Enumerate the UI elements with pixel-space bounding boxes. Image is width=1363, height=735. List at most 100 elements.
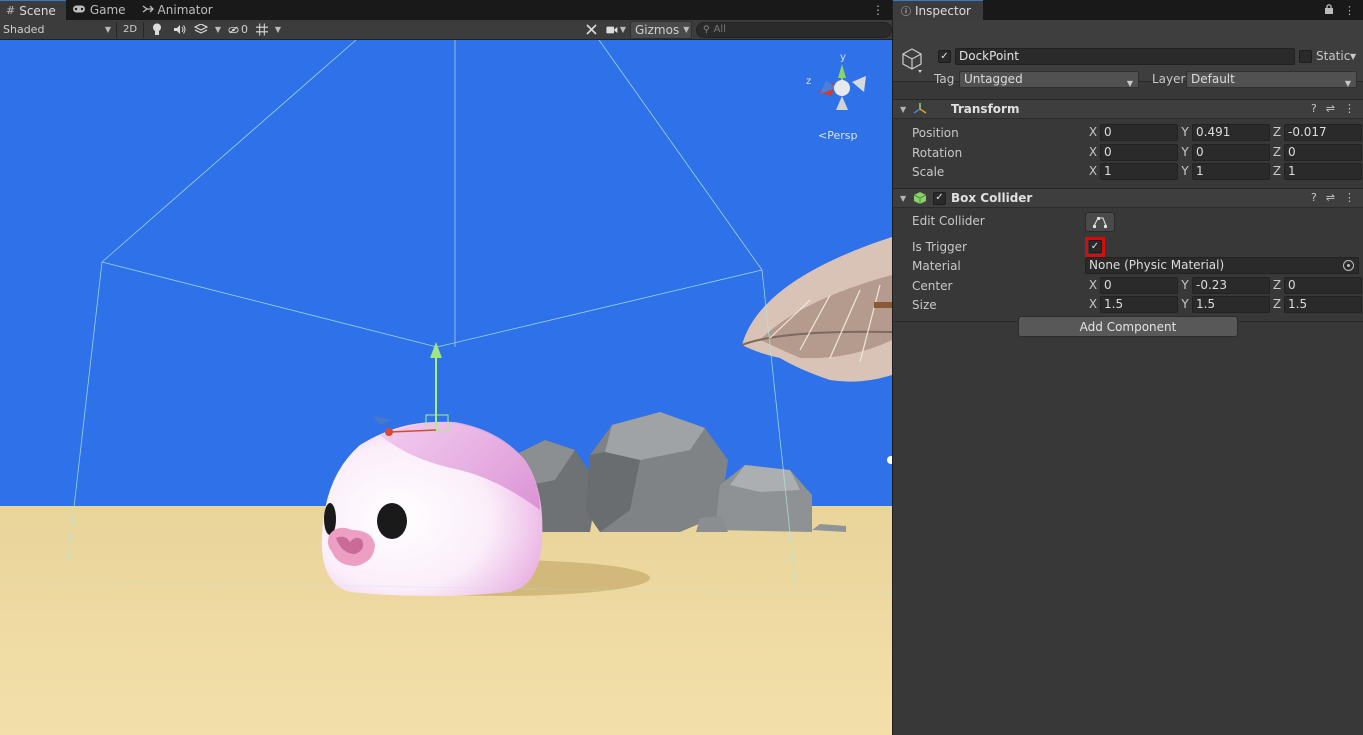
box-collider-header[interactable]: ▼ ✓ Box Collider ? ⇌ ⋮ <box>893 187 1363 208</box>
foldout-arrow-icon[interactable]: ▼ <box>900 194 906 203</box>
center-z-field[interactable]: 0 <box>1284 276 1362 294</box>
gizmos-dropdown[interactable]: Gizmos ▼ <box>630 20 692 39</box>
rotation-row: Rotation X 0 Y 0 Z 0 <box>893 143 1363 163</box>
gameobject-cube-icon[interactable] <box>901 48 925 77</box>
size-z-field[interactable]: 1.5 <box>1284 296 1362 313</box>
lightbulb-icon <box>153 23 161 35</box>
info-icon: ⓘ <box>901 7 911 18</box>
size-y-field[interactable]: 1.5 <box>1192 296 1270 313</box>
effects-toggle-button[interactable] <box>190 21 212 39</box>
toggle-2d-button[interactable]: 2D <box>119 21 141 39</box>
is-trigger-row: Is Trigger ✓ <box>893 236 1363 257</box>
axis-y-label: Y <box>1181 277 1189 292</box>
scale-z-field[interactable]: 1 <box>1284 163 1362 180</box>
axis-x-label: X <box>1088 297 1098 311</box>
help-icon[interactable]: ? <box>1311 102 1317 115</box>
kebab-menu-icon[interactable]: ⋮ <box>1344 102 1355 115</box>
add-component-button[interactable]: Add Component <box>1018 316 1238 337</box>
center-y-field[interactable]: -0.23 <box>1192 276 1270 294</box>
tab-scene[interactable]: # Scene <box>0 0 66 20</box>
chevron-down-icon: ▼ <box>1126 79 1133 88</box>
size-x-field[interactable]: 1.5 <box>1100 296 1178 313</box>
transform-header[interactable]: ▼ Transform ? ⇌ ⋮ <box>893 99 1363 119</box>
size-label: Size <box>912 298 937 312</box>
unity-editor: # Scene Game Animator ⋮ Shaded ▼ 2D ▼ 0 … <box>0 0 1363 735</box>
scene-toolbar: Shaded ▼ 2D ▼ 0 ▼ ▼ Gizmos ▼ ⚲ All <box>0 20 892 40</box>
rotation-y-field[interactable]: 0 <box>1192 143 1270 161</box>
tab-animator[interactable]: Animator <box>136 0 223 20</box>
transform-body: Position X 0 Y 0.491 Z -0.017 Rotation X… <box>893 119 1363 188</box>
center-x-field[interactable]: 0 <box>1100 276 1178 294</box>
scale-y-field[interactable]: 1 <box>1192 163 1270 180</box>
tab-game[interactable]: Game <box>66 0 136 20</box>
persp-arrow-icon: < <box>818 129 828 142</box>
position-z-field[interactable]: -0.017 <box>1284 124 1362 141</box>
kebab-menu-icon[interactable]: ⋮ <box>1344 4 1355 17</box>
gizmos-label: Gizmos <box>635 22 680 37</box>
axis-y-label: Y <box>1181 297 1189 311</box>
lock-icon[interactable] <box>1324 3 1334 18</box>
shading-mode-dropdown[interactable]: Shaded ▼ <box>0 21 114 39</box>
scene-search-input[interactable]: ⚲ All <box>696 21 892 38</box>
rotation-z-field[interactable]: 0 <box>1284 143 1362 161</box>
gameobject-active-checkbox[interactable]: ✓ <box>938 50 951 63</box>
gameobject-header: ✓ DockPoint Static ▼ Tag Untagged ▼ Laye… <box>893 20 1363 88</box>
gizmo-y-label: y <box>840 52 846 63</box>
animator-icon <box>142 4 154 17</box>
projection-toggle[interactable]: <Persp <box>818 129 857 142</box>
hidden-objects-toggle[interactable]: 0 <box>224 21 252 39</box>
is-trigger-label: Is Trigger <box>912 239 967 254</box>
box-collider-enabled-checkbox[interactable]: ✓ <box>933 191 946 205</box>
axis-z-label: Z <box>1272 144 1282 159</box>
scene-viewport[interactable]: y z <Persp <box>0 40 892 735</box>
grid-toggle-button[interactable] <box>252 21 272 39</box>
tools-button[interactable] <box>580 21 602 39</box>
audio-toggle-button[interactable] <box>168 21 190 39</box>
edit-bounds-icon <box>1093 216 1107 228</box>
gameobject-name-field[interactable]: DockPoint <box>955 48 1295 65</box>
grid-dropdown[interactable]: ▼ <box>272 21 284 39</box>
transform-icon <box>913 102 927 119</box>
axis-y-label: Y <box>1181 144 1189 159</box>
grid-icon: # <box>6 4 16 17</box>
edit-collider-button[interactable] <box>1085 211 1115 232</box>
rotation-label: Rotation <box>912 145 963 160</box>
scale-label: Scale <box>912 165 945 179</box>
layer-dropdown[interactable]: Default ▼ <box>1186 71 1357 88</box>
chevron-down-icon[interactable]: ▼ <box>1350 52 1356 61</box>
tab-inspector-label: Inspector <box>915 3 971 18</box>
presets-icon[interactable]: ⇌ <box>1326 191 1335 204</box>
position-x-field[interactable]: 0 <box>1100 124 1178 141</box>
box-collider-icon <box>913 191 927 208</box>
box-collider-title: Box Collider <box>951 190 1033 205</box>
tag-dropdown[interactable]: Untagged ▼ <box>959 71 1139 88</box>
position-row: Position X 0 Y 0.491 Z -0.017 <box>893 123 1363 143</box>
lighting-toggle-button[interactable] <box>146 21 168 39</box>
static-checkbox[interactable] <box>1299 50 1312 63</box>
projection-label: Persp <box>827 129 858 142</box>
help-icon[interactable]: ? <box>1311 191 1317 204</box>
tab-inspector[interactable]: ⓘ Inspector <box>893 0 983 20</box>
tag-label: Tag <box>934 72 955 86</box>
scale-x-field[interactable]: 1 <box>1100 163 1178 180</box>
foldout-arrow-icon[interactable]: ▼ <box>900 105 906 114</box>
scene-tabbar: # Scene Game Animator ⋮ <box>0 0 892 20</box>
presets-icon[interactable]: ⇌ <box>1326 102 1335 115</box>
layer-label: Layer <box>1152 72 1186 86</box>
rotation-x-field[interactable]: 0 <box>1100 143 1178 161</box>
kebab-menu-icon[interactable]: ⋮ <box>1344 191 1355 204</box>
kebab-menu-icon[interactable]: ⋮ <box>864 0 892 20</box>
effects-dropdown[interactable]: ▼ <box>212 21 224 39</box>
scene-panel: # Scene Game Animator ⋮ Shaded ▼ 2D ▼ 0 … <box>0 0 892 735</box>
center-label: Center <box>912 278 953 293</box>
is-trigger-checkbox[interactable]: ✓ <box>1088 240 1102 253</box>
object-picker-icon[interactable] <box>1343 260 1354 271</box>
material-field[interactable]: None (Physic Material) <box>1085 257 1359 274</box>
axis-z-label: Z <box>1272 277 1282 292</box>
camera-settings-button[interactable]: ▼ <box>602 21 630 39</box>
transform-title: Transform <box>951 102 1020 116</box>
hidden-count: 0 <box>241 23 248 36</box>
layer-value: Default <box>1191 72 1235 86</box>
position-y-field[interactable]: 0.491 <box>1192 124 1270 141</box>
axis-x-label: X <box>1088 144 1098 159</box>
